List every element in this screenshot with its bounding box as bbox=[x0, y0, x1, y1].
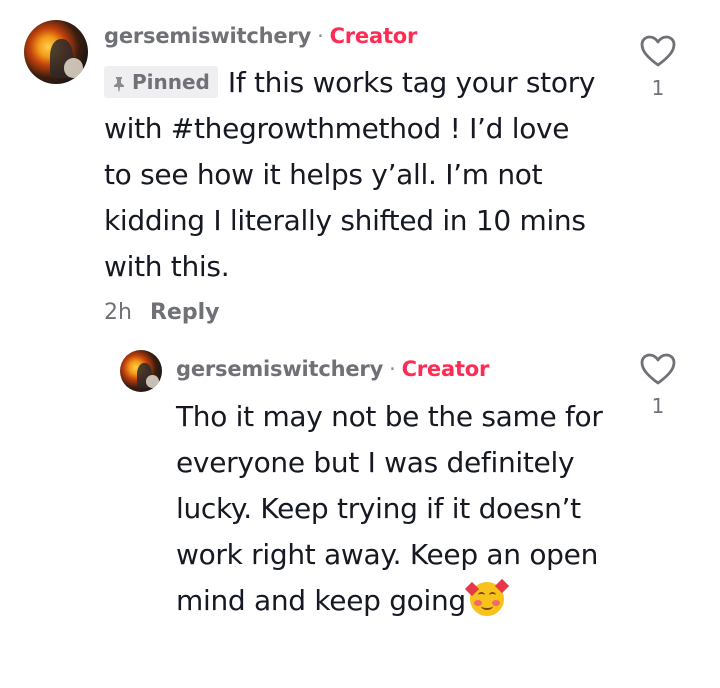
pinned-badge: Pinned bbox=[104, 66, 218, 98]
comment-text: If this works tag your story with #thegr… bbox=[104, 66, 596, 283]
username[interactable]: gersemiswitchery bbox=[104, 24, 311, 48]
like-count: 1 bbox=[651, 394, 665, 418]
heart-outline-icon[interactable] bbox=[639, 352, 677, 386]
pinned-label: Pinned bbox=[132, 70, 210, 94]
comment-footer: 2h Reply bbox=[104, 300, 219, 325]
heart-outline-icon[interactable] bbox=[639, 34, 677, 68]
like-button[interactable]: 1 bbox=[636, 34, 680, 100]
comment-body: Pinned If this works tag your story with … bbox=[104, 60, 604, 290]
comment-header: gersemiswitchery · Creator bbox=[104, 24, 417, 48]
reply-body: Tho it may not be the same for everyone … bbox=[176, 394, 616, 624]
reply-button[interactable]: Reply bbox=[150, 300, 220, 325]
reply-header: gersemiswitchery · Creator bbox=[176, 357, 489, 381]
smiling-face-with-hearts-icon bbox=[464, 578, 509, 616]
separator: · bbox=[389, 357, 396, 381]
avatar[interactable] bbox=[120, 350, 162, 392]
username[interactable]: gersemiswitchery bbox=[176, 357, 383, 381]
creator-badge: Creator bbox=[401, 357, 490, 381]
timestamp: 2h bbox=[104, 300, 132, 325]
like-count: 1 bbox=[651, 76, 665, 100]
like-button[interactable]: 1 bbox=[636, 352, 680, 418]
separator: · bbox=[317, 24, 324, 48]
creator-badge: Creator bbox=[329, 24, 418, 48]
reply-text: Tho it may not be the same for everyone … bbox=[176, 400, 603, 617]
avatar[interactable] bbox=[24, 20, 88, 84]
pin-icon bbox=[114, 77, 124, 92]
